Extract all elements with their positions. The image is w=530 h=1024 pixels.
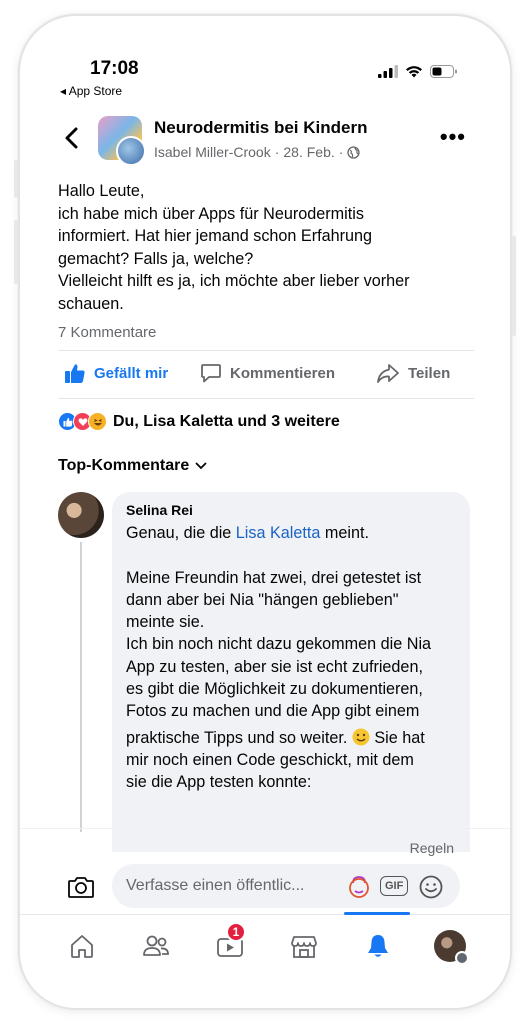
nav-profile-menu[interactable] (432, 928, 469, 965)
profile-menu-icon (434, 930, 469, 965)
nav-active-indicator (344, 912, 410, 915)
thread-line (80, 542, 82, 832)
divider (58, 350, 474, 351)
comment-line: Fotos zu machen und die App gibt einem (126, 702, 420, 721)
thumbs-up-icon (65, 364, 85, 383)
status-time: 17:08 (90, 58, 139, 79)
globe-icon (347, 145, 361, 159)
smile-emoji-icon (352, 728, 370, 746)
comment-line: meinte sie. (126, 613, 205, 632)
composer-divider (20, 828, 510, 829)
comment-text: Sie hat (369, 728, 425, 747)
post-author[interactable]: Isabel Miller-Crook (154, 144, 271, 160)
chevron-down-icon (195, 462, 207, 470)
nav-marketplace[interactable] (286, 928, 322, 964)
nav-home[interactable] (64, 928, 100, 964)
battery-icon (430, 65, 457, 78)
phone-side-button (14, 220, 18, 284)
haha-icon (88, 412, 107, 431)
comment-line (126, 544, 466, 566)
comment-sort-label: Top-Kommentare (58, 457, 190, 474)
comment-label: Kommentieren (230, 364, 336, 382)
phone-frame: 17:08 ◂ App Store Neurodermitis bei Kind… (18, 14, 512, 1010)
comment-composer[interactable]: Verfasse einen öffentlic... GIF (112, 864, 460, 908)
post-line: gemacht? Falls ja, welche? (58, 249, 254, 268)
comment-line: dann aber bei Nia "hängen geblieben" (126, 590, 399, 609)
status-icons (378, 65, 458, 78)
notifications-icon (368, 935, 388, 957)
reactions-summary[interactable]: Du, Lisa Kaletta und 3 weitere (58, 412, 340, 431)
like-label: Gefällt mir (94, 364, 169, 382)
post-line: informiert. Hat hier jemand schon Erfahr… (58, 227, 373, 245)
composer-placeholder: Verfasse einen öffentlic... (126, 877, 305, 894)
comment-line: Genau, die die Lisa Kaletta meint. (126, 522, 466, 544)
comment-text: meint. (320, 524, 369, 542)
nav-divider (20, 914, 510, 915)
comment-line: Ich bin noch nicht dazu gekommen die Nia (126, 635, 432, 654)
comment-line: es gibt die Möglichkeit zu dokumentieren… (126, 680, 423, 699)
emoji-icon[interactable] (418, 874, 444, 900)
post-header: Neurodermitis bei Kindern Isabel Miller-… (20, 114, 510, 174)
gif-button[interactable]: GIF (380, 876, 409, 896)
comment-body: Genau, die die Lisa Kaletta meint. Meine… (126, 522, 466, 794)
phone-side-button (14, 160, 18, 198)
comment-text: Genau, die die (126, 524, 236, 542)
mention-link[interactable]: Lisa Kaletta (236, 524, 321, 542)
author-avatar[interactable] (116, 136, 146, 166)
group-name[interactable]: Neurodermitis bei Kindern (154, 118, 367, 138)
comment-icon (201, 364, 221, 383)
comment-line: sie die App testen konnte: (126, 773, 312, 792)
post-meta: Isabel Miller-Crook · 28. Feb. · (154, 144, 361, 160)
comment-text: praktische Tipps und so weiter. (126, 728, 352, 747)
comment-line: praktische Tipps und so weiter. Sie hat (126, 727, 466, 749)
post-line: Vielleicht hilft es ja, ich möchte aber … (58, 272, 410, 290)
nav-groups[interactable] (138, 928, 174, 964)
post-line: ich habe mich über Apps für Neurodermiti… (58, 204, 364, 223)
camera-icon[interactable] (66, 872, 96, 902)
comment-line: Meine Freundin hat zwei, drei getestet i… (126, 568, 422, 587)
meta-separator: · (338, 144, 344, 160)
status-bar: 17:08 ◂ App Store (20, 16, 510, 108)
comment-line: mir noch einen Code geschickt, mit dem (126, 750, 414, 769)
marketplace-icon (291, 936, 317, 958)
avatar-sticker-icon[interactable] (346, 874, 372, 900)
comment-count[interactable]: 7 Kommentare (58, 324, 156, 341)
comment-author[interactable]: Selina Rei (126, 502, 193, 518)
more-options-button[interactable]: ••• (440, 126, 466, 148)
comment-sort-dropdown[interactable]: Top-Kommentare (58, 457, 207, 475)
post-line: schauen. (58, 294, 124, 313)
nav-notifications[interactable] (360, 928, 396, 964)
groups-icon (143, 935, 169, 956)
comment-line: App zu testen, aber sie ist echt zufried… (126, 657, 423, 676)
share-label: Teilen (408, 364, 451, 382)
watch-notification-badge: 1 (226, 922, 246, 942)
like-button[interactable]: Gefällt mir (64, 362, 168, 384)
rules-link[interactable]: Regeln (410, 840, 454, 856)
back-arrow-icon[interactable] (62, 126, 82, 150)
post-date[interactable]: 28. Feb. (283, 144, 334, 160)
back-to-app-store[interactable]: ◂ App Store (60, 84, 122, 98)
post-line: Hallo Leute, (58, 182, 145, 200)
wifi-icon (406, 66, 422, 78)
comment-bubble[interactable]: Selina Rei Genau, die die Lisa Kaletta m… (112, 492, 470, 852)
meta-separator: · (274, 144, 280, 160)
comment-button[interactable]: Kommentieren (200, 362, 335, 384)
home-icon (71, 935, 93, 958)
cellular-signal-icon (378, 65, 398, 78)
share-button[interactable]: Teilen (376, 362, 450, 384)
share-icon (377, 364, 399, 383)
divider (58, 398, 474, 399)
commenter-avatar[interactable] (58, 492, 104, 538)
menu-indicator (455, 951, 469, 965)
reactions-text: Du, Lisa Kaletta und 3 weitere (113, 412, 340, 430)
phone-side-button (512, 236, 516, 336)
post-text: Hallo Leute, ich habe mich über Apps für… (58, 180, 478, 315)
